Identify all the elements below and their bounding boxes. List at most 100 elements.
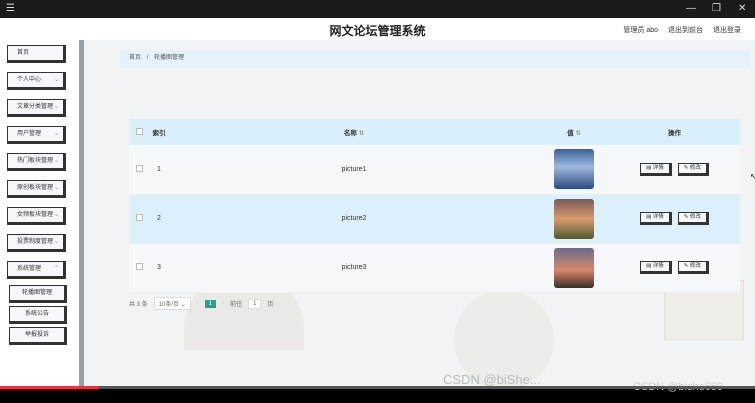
row-index: 3	[149, 243, 169, 293]
sidebar-item-label: 文章分类管理	[17, 104, 54, 110]
edit-label: 修改	[689, 214, 701, 220]
select-all-cell	[129, 119, 149, 145]
select-all-checkbox[interactable]	[135, 127, 143, 135]
sidebar-item-hot[interactable]: 热门板块管理 ⌄	[7, 153, 66, 171]
chevron-down-icon: ⌄	[53, 158, 59, 164]
row-name: picture2	[169, 194, 539, 244]
chevron-down-icon: ⌄	[53, 185, 59, 191]
column-header-value[interactable]: 值 ⇅	[539, 119, 609, 145]
sidebar-item-category[interactable]: 文章分类管理 ⌄	[7, 99, 66, 117]
table-row: 2 picture2 ▤ 详情 ✎ 修改	[129, 194, 740, 244]
prev-page-icon[interactable]: ‹	[197, 301, 199, 307]
detail-button[interactable]: ▤ 详情	[640, 212, 672, 225]
sidebar-item-female[interactable]: 女频板块管理 ⌄	[7, 207, 66, 225]
sidebar-item-label: 举报投诉	[24, 332, 49, 338]
sidebar-item-label: 首页	[17, 50, 30, 56]
breadcrumb-current: 轮播图管理	[154, 55, 185, 61]
edit-button[interactable]: ✎ 修改	[677, 162, 709, 176]
edit-icon: ✎	[683, 214, 689, 220]
detail-label: 详情	[652, 214, 664, 220]
sidebar-item-system[interactable]: 系统管理 ⌃	[7, 261, 66, 279]
row-name: picture1	[169, 145, 539, 195]
goto-label: 前往	[230, 302, 243, 308]
detail-label: 详情	[652, 164, 664, 171]
main-content: 首页 / 轮播图管理 索引 名称 ⇅ 值 ⇅ 操作 1 picture1 ▤ 详…	[84, 40, 755, 386]
mouse-cursor-icon: ↖	[750, 172, 755, 181]
row-actions: ▤ 详情 ✎ 修改	[609, 194, 740, 244]
sidebar-item-vote[interactable]: 投票制度管理 ⌄	[7, 234, 66, 252]
chevron-down-icon: ⌄	[53, 77, 59, 83]
row-select-cell	[129, 145, 149, 195]
pagination: 共 3 条 10条/页 ⌄ ‹ 1 › 前往 1 页	[129, 297, 273, 310]
next-page-icon[interactable]: ›	[222, 301, 224, 307]
screen-frame: ☰ — ❐ ✕ 网文论坛管理系统 管理员 abo 退出到前台 退出登录 首页 个…	[0, 0, 755, 403]
column-header-name-label: 名称	[343, 130, 357, 137]
detail-button[interactable]: ▤ 详情	[640, 261, 672, 274]
chevron-down-icon: ⌄	[53, 104, 59, 110]
admin-app: 网文论坛管理系统 管理员 abo 退出到前台 退出登录 首页 个人中心 ⌄ 文章分…	[0, 18, 755, 386]
sidebar-subitem-notice[interactable]: 系统公告	[9, 306, 67, 324]
sidebar-item-home[interactable]: 首页	[7, 45, 66, 63]
chevron-down-icon: ⌄	[53, 131, 59, 137]
column-header-value-label: 值	[567, 130, 574, 137]
document-icon: ▤	[646, 214, 652, 220]
row-thumb-cell	[539, 243, 609, 293]
row-index: 2	[149, 194, 169, 244]
breadcrumb-home[interactable]: 首页	[129, 55, 141, 61]
carousel-thumbnail[interactable]	[554, 247, 594, 288]
hamburger-icon[interactable]: ☰	[6, 3, 15, 15]
chevron-down-icon: ⌄	[53, 212, 59, 218]
sidebar-item-users[interactable]: 用户管理 ⌄	[7, 126, 66, 144]
sidebar-item-original[interactable]: 原创板块管理 ⌄	[7, 180, 66, 198]
breadcrumb-separator: /	[146, 55, 149, 61]
sidebar-subitem-report[interactable]: 举报投诉	[9, 327, 67, 345]
sidebar-subitem-carousel[interactable]: 轮播图管理	[9, 285, 67, 303]
chevron-up-icon: ⌃	[53, 266, 59, 272]
minimize-icon[interactable]: —	[686, 3, 696, 15]
carousel-thumbnail[interactable]	[554, 149, 594, 190]
row-select-cell	[129, 194, 149, 244]
row-thumb-cell	[539, 194, 609, 244]
admin-user-label: 管理员 abo	[623, 27, 658, 34]
sort-icon: ⇅	[575, 130, 581, 137]
goto-page-input[interactable]: 1	[248, 298, 262, 309]
row-checkbox[interactable]	[135, 164, 143, 172]
page-size-select[interactable]: 10条/页 ⌄	[153, 297, 191, 310]
sort-icon: ⇅	[358, 130, 365, 137]
window-titlebar: ☰ — ❐ ✕	[0, 0, 755, 18]
detail-label: 详情	[652, 263, 664, 269]
row-checkbox[interactable]	[135, 263, 143, 270]
carousel-table: 索引 名称 ⇅ 值 ⇅ 操作 1 picture1 ▤ 详情 ✎ 修改 2 pi…	[129, 119, 740, 293]
edit-button[interactable]: ✎ 修改	[677, 261, 709, 274]
video-progress-bar[interactable]	[0, 386, 755, 389]
edit-icon: ✎	[683, 164, 689, 171]
carousel-thumbnail[interactable]	[554, 198, 594, 239]
edit-button[interactable]: ✎ 修改	[677, 212, 709, 225]
detail-button[interactable]: ▤ 详情	[640, 162, 672, 176]
sidebar-item-label: 热门板块管理	[17, 158, 54, 164]
edit-label: 修改	[689, 164, 701, 171]
restore-icon[interactable]: ❐	[712, 3, 721, 15]
row-actions: ▤ 详情 ✎ 修改	[609, 243, 740, 293]
column-header-index: 索引	[149, 119, 169, 145]
logout-link[interactable]: 退出登录	[713, 25, 741, 35]
row-select-cell	[129, 243, 149, 293]
sidebar-item-profile[interactable]: 个人中心 ⌄	[7, 72, 66, 90]
page-number-current[interactable]: 1	[204, 299, 217, 308]
sidebar-item-label: 个人中心	[17, 77, 42, 83]
video-progress-fill	[0, 386, 99, 389]
sidebar-item-label: 轮播图管理	[21, 290, 52, 296]
sidebar-item-label: 系统公告	[24, 311, 49, 317]
watermark-center: CSDN @biShe...	[443, 372, 541, 387]
sidebar-item-label: 原创板块管理	[17, 185, 54, 191]
edit-label: 修改	[689, 263, 701, 269]
document-icon: ▤	[646, 263, 652, 269]
breadcrumb: 首页 / 轮播图管理	[120, 50, 750, 67]
goto-frontend-link[interactable]: 退出到前台	[668, 25, 703, 35]
document-icon: ▤	[646, 164, 652, 171]
row-checkbox[interactable]	[135, 214, 143, 221]
column-header-name[interactable]: 名称 ⇅	[169, 119, 539, 145]
sidebar: 首页 个人中心 ⌄ 文章分类管理 ⌄ 用户管理 ⌄ 热门板块管理 ⌄ 原创板块管理 ⌄ 女…	[0, 40, 84, 386]
close-icon[interactable]: ✕	[738, 3, 746, 15]
video-timestamp: 05:43	[17, 373, 48, 387]
